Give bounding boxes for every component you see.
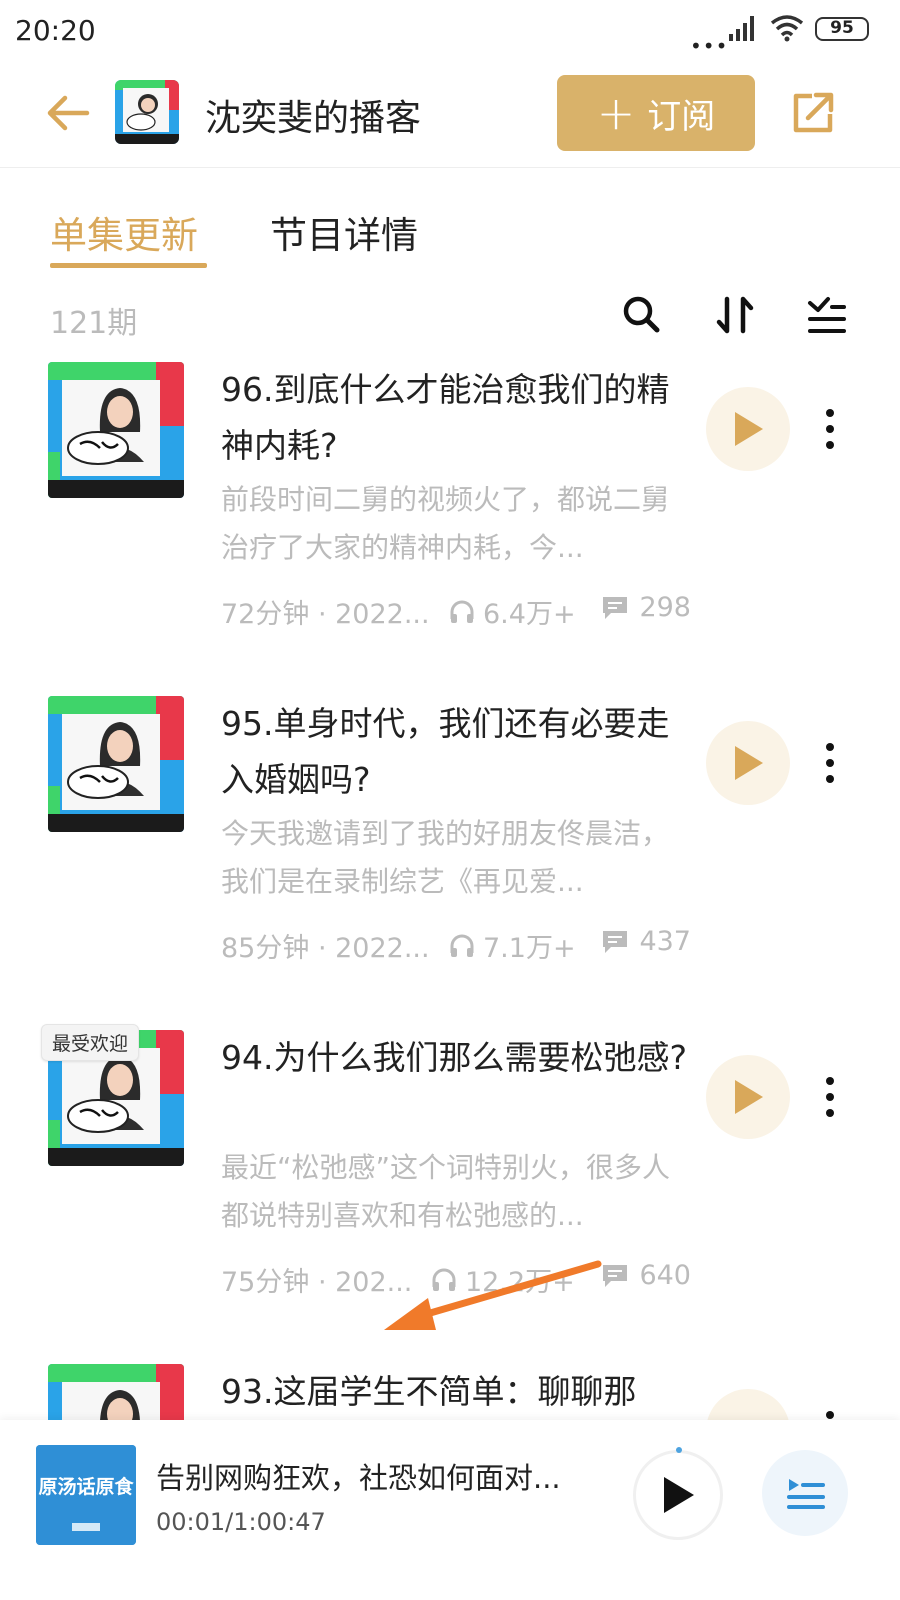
battery-indicator: 95 [815, 17, 869, 41]
play-icon [735, 412, 763, 446]
episode-plays: 6.4万+ [449, 592, 576, 631]
filter-list-icon[interactable] [806, 293, 848, 337]
episode-count: 121期 [50, 306, 138, 341]
comment-icon [603, 596, 628, 619]
podcast-title: 沈奕斐的播客 [205, 98, 422, 139]
comments-count: 640 [639, 1260, 691, 1291]
playlist-button[interactable] [762, 1450, 848, 1536]
share-icon[interactable] [790, 90, 836, 136]
status-bar: 20:20 ••• 95 [0, 0, 900, 62]
signal-icon [729, 16, 754, 41]
tab-details[interactable]: 节目详情 [270, 205, 418, 259]
progress-dot [676, 1447, 682, 1453]
more-vertical-icon[interactable] [816, 1409, 844, 1420]
status-dots: ••• [690, 34, 729, 58]
comment-icon [603, 930, 628, 953]
episode-comments: 640 [601, 1260, 691, 1291]
player-cover: 原汤话原食 [36, 1445, 136, 1545]
search-icon[interactable] [620, 293, 662, 335]
player-time: 00:01/1:00:47 [156, 1508, 326, 1536]
episode-play-button[interactable] [706, 1389, 790, 1420]
episode-description: 今天我邀请到了我的好朋友佟晨洁，我们是在录制综艺《再见爱... [221, 817, 670, 898]
headphones-icon [450, 600, 474, 623]
tab-episodes[interactable]: 单集更新 [50, 205, 198, 259]
player-play-button[interactable] [633, 1447, 723, 1540]
back-arrow-icon[interactable] [45, 90, 91, 136]
plays-count: 7.1万+ [483, 933, 576, 964]
player-title: 告别网购狂欢，社恐如何面对... [156, 1461, 561, 1495]
more-vertical-icon[interactable] [816, 407, 844, 451]
more-vertical-icon[interactable] [816, 1075, 844, 1119]
playlist-icon [787, 1479, 825, 1509]
comments-count: 437 [639, 926, 691, 957]
episode-meta: 85分钟 · 2022... 7.1万+ 437 [221, 926, 691, 966]
comment-icon [603, 1264, 628, 1287]
episode-cover [48, 696, 184, 832]
episode-cover [48, 1364, 184, 1420]
episode-item[interactable]: 96.到底什么才能治愈我们的精神内耗? 前段时间二舅的视频火了，都说二舅治疗了大… [0, 362, 900, 696]
episode-comments: 437 [601, 926, 691, 957]
episode-title: 96.到底什么才能治愈我们的精神内耗? [221, 370, 670, 465]
subscribe-label: 订阅 [647, 96, 716, 137]
plus-icon: + [596, 86, 636, 140]
episode-cover [48, 362, 184, 498]
subscribe-button[interactable]: + 订阅 [557, 75, 755, 151]
episode-duration-date: 85分钟 · 2022... [221, 933, 430, 964]
episode-item[interactable]: 95.单身时代，我们还有必要走入婚姻吗? 今天我邀请到了我的好朋友佟晨洁，我们是… [0, 696, 900, 1030]
wifi-icon [770, 15, 804, 42]
status-time: 20:20 [15, 14, 96, 47]
episode-title: 93.这届学生不简单：聊聊那 [221, 1372, 637, 1411]
episode-comments: 298 [601, 592, 691, 623]
annotation-arrow [384, 1260, 602, 1330]
episode-meta: 72分钟 · 2022... 6.4万+ 298 [221, 592, 691, 632]
play-icon [664, 1477, 694, 1513]
active-tab-indicator [50, 263, 207, 268]
more-vertical-icon[interactable] [816, 741, 844, 785]
episode-description: 前段时间二舅的视频火了，都说二舅治疗了大家的精神内耗，今... [221, 483, 670, 564]
comments-count: 298 [639, 592, 691, 623]
plays-count: 6.4万+ [483, 599, 576, 630]
episode-duration-date: 72分钟 · 2022... [221, 599, 430, 630]
episode-title: 94.为什么我们那么需要松弛感? [221, 1038, 687, 1077]
sort-icon[interactable] [714, 293, 756, 337]
play-icon [735, 746, 763, 780]
episode-play-button[interactable] [706, 721, 790, 805]
tab-bar: 单集更新 节目详情 [0, 205, 900, 275]
episode-plays: 7.1万+ [449, 926, 576, 965]
popular-badge: 最受欢迎 [41, 1024, 140, 1061]
player-cover-text: 原汤话原食 [38, 1475, 134, 1498]
episode-title: 95.单身时代，我们还有必要走入婚姻吗? [221, 704, 670, 799]
episode-play-button[interactable] [706, 387, 790, 471]
podcast-cover-thumbnail [115, 80, 179, 144]
headphones-icon [450, 934, 474, 957]
play-icon [735, 1080, 763, 1114]
episode-item[interactable]: 93.这届学生不简单：聊聊那 [0, 1364, 900, 1420]
episode-description: 最近“松弛感”这个词特别火，很多人都说特别喜欢和有松弛感的... [221, 1151, 671, 1232]
mini-player[interactable]: 原汤话原食 告别网购狂欢，社恐如何面对... 00:01/1:00:47 [0, 1420, 900, 1600]
episode-play-button[interactable] [706, 1055, 790, 1139]
app-header: 沈奕斐的播客 + 订阅 [0, 62, 900, 168]
